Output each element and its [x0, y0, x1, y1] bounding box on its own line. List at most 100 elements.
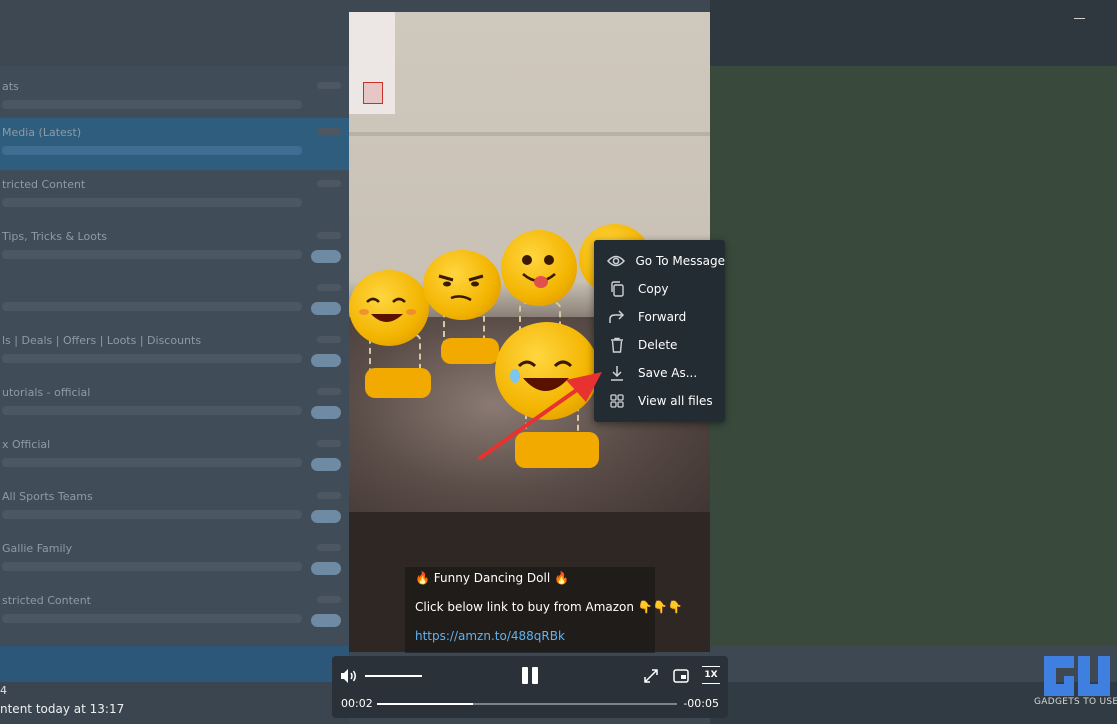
chat-title: tricted Content [2, 178, 86, 191]
chat-time [317, 544, 341, 551]
chat-title: ats [2, 80, 19, 93]
chat-preview [2, 250, 302, 259]
chat-list-item[interactable]: utorials - official [0, 378, 349, 430]
player-controls: 1X 00:02 -00:05 [332, 656, 728, 718]
wall-line [349, 132, 710, 136]
chat-title: x Official [2, 438, 51, 451]
doll-base [365, 368, 431, 398]
menu-item-label: Go To Message [635, 254, 726, 268]
window-title-bar [710, 0, 1117, 66]
pause-bar-right [532, 667, 538, 684]
chat-list-item[interactable]: stricted Content [0, 586, 349, 638]
unread-badge [311, 250, 341, 263]
unread-badge [311, 510, 341, 523]
chat-preview [2, 406, 302, 415]
chat-time [317, 440, 341, 447]
wall-poster [349, 12, 395, 114]
fullscreen-icon[interactable] [642, 667, 660, 685]
unread-badge [311, 354, 341, 367]
menu-item-copy[interactable]: Copy [594, 275, 725, 303]
chat-time [317, 284, 341, 291]
chat-list-item[interactable]: Media (Latest) [0, 118, 349, 170]
menu-item-label: View all files [638, 394, 713, 408]
menu-item-forward[interactable]: Forward [594, 303, 725, 331]
unread-badge [311, 562, 341, 575]
chat-list: ats Media (Latest) tricted Content Tips, Tr… [0, 66, 349, 724]
chat-preview [2, 302, 302, 311]
chat-list-item[interactable]: Gallie Family [0, 534, 349, 586]
chat-time [317, 232, 341, 239]
chat-time [317, 492, 341, 499]
status-count: 4 [0, 684, 7, 697]
unread-badge [311, 302, 341, 315]
pause-button[interactable] [520, 665, 540, 687]
chat-preview [2, 458, 302, 467]
chat-title: All Sports Teams [2, 490, 93, 503]
picture-in-picture-icon[interactable] [672, 667, 690, 685]
caption-title: 🔥 Funny Dancing Doll 🔥 [415, 571, 569, 585]
chat-list-item[interactable]: Tips, Tricks & Loots [0, 222, 349, 274]
playback-speed-button[interactable]: 1X [702, 666, 720, 684]
tongue-doll-head [501, 230, 577, 306]
chat-list-item[interactable] [0, 274, 349, 326]
chat-list-item[interactable]: tricted Content [0, 170, 349, 222]
chat-preview [2, 354, 302, 363]
chat-list-item[interactable]: ats [0, 72, 349, 124]
chat-time [317, 82, 341, 89]
copy-icon [594, 275, 640, 303]
chat-list-item[interactable]: ls | Deals | Offers | Loots | Discounts [0, 326, 349, 378]
tongue-face-icon [522, 255, 556, 288]
chat-title: utorials - official [2, 386, 91, 399]
chat-list-item[interactable]: All Sports Teams [0, 482, 349, 534]
poster-tag [363, 82, 383, 104]
caption-link[interactable]: https://amzn.to/488qRBk [415, 629, 565, 643]
unread-badge [311, 458, 341, 471]
chat-preview [2, 510, 302, 519]
smirking-doll-head [423, 250, 501, 320]
forward-icon [594, 303, 640, 331]
smile-face-icon [359, 297, 416, 322]
unread-badge [311, 406, 341, 419]
caption-body: Click below link to buy from Amazon 👇👇👇 [415, 600, 683, 614]
seek-bar-fill [377, 703, 473, 705]
pause-bar-left [522, 667, 528, 684]
chat-title: stricted Content [2, 594, 91, 607]
chat-area [710, 66, 1117, 646]
volume-icon[interactable] [340, 668, 358, 684]
status-text: ntent today at 13:17 [0, 702, 125, 716]
menu-item-label: Copy [638, 282, 669, 296]
smirk-face-icon [438, 274, 484, 302]
remaining-time: -00:05 [683, 697, 719, 710]
smiling-doll-head [349, 270, 429, 346]
unread-badge [311, 614, 341, 627]
chat-title: Tips, Tricks & Loots [2, 230, 107, 243]
current-time: 00:02 [341, 697, 373, 710]
chat-preview [2, 562, 302, 571]
menu-item-go-to-message[interactable]: Go To Message [594, 247, 725, 275]
minimize-icon[interactable] [1074, 18, 1085, 19]
chat-time [317, 596, 341, 603]
chat-preview [2, 100, 302, 109]
chat-time [317, 180, 341, 187]
chat-title: ls | Deals | Offers | Loots | Discounts [2, 334, 202, 347]
chat-time [317, 388, 341, 395]
eye-icon [594, 247, 638, 275]
chat-time [317, 128, 341, 135]
chat-list-footer [0, 646, 349, 682]
menu-item-label: Delete [638, 338, 678, 352]
annotation-arrow-icon [478, 372, 602, 460]
chat-preview [2, 198, 302, 207]
menu-item-label: Save As... [638, 366, 698, 380]
volume-slider[interactable] [365, 675, 422, 677]
trash-icon [594, 331, 640, 359]
chat-preview [2, 614, 302, 623]
chat-title: Media (Latest) [2, 126, 82, 139]
seek-bar[interactable] [377, 703, 677, 705]
menu-item-delete[interactable]: Delete [594, 331, 725, 359]
chat-time [317, 336, 341, 343]
watermark-text: GADGETS TO USE [1034, 697, 1117, 707]
chat-list-item[interactable]: x Official [0, 430, 349, 482]
chat-title: Gallie Family [2, 542, 73, 555]
menu-item-label: Forward [638, 310, 687, 324]
chat-preview [2, 146, 302, 155]
